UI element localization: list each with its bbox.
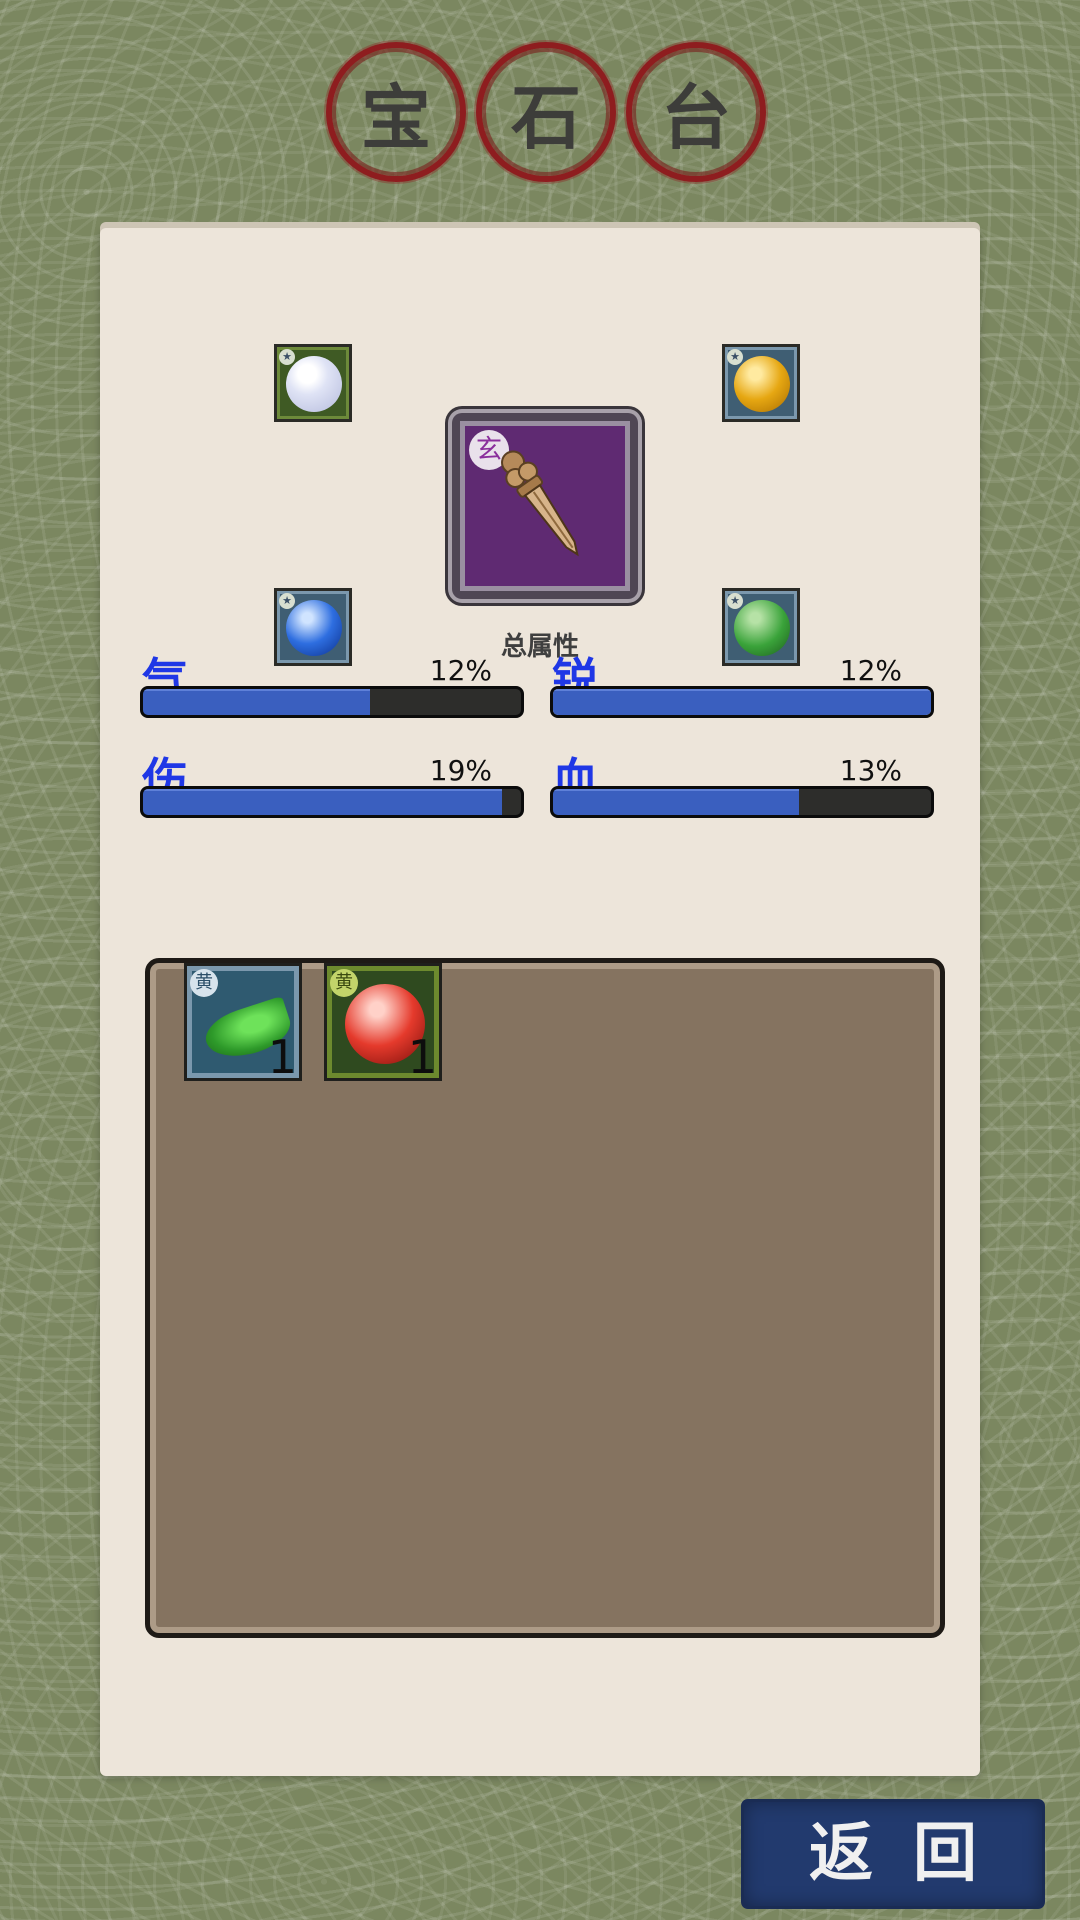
stat-rui: 锐 12% bbox=[550, 644, 934, 724]
dagger-icon bbox=[501, 450, 579, 557]
stat-xue-bar bbox=[550, 786, 934, 818]
stat-rui-bar bbox=[550, 686, 934, 718]
back-button[interactable]: 返回 bbox=[744, 1802, 1042, 1906]
stat-shang-percent: 19% bbox=[429, 754, 492, 787]
yellow-gem-icon bbox=[734, 356, 790, 412]
star-icon: ★ bbox=[727, 349, 743, 365]
item-count: 1 bbox=[407, 1030, 437, 1084]
title-seal-2: 石 bbox=[476, 42, 616, 182]
white-gem-icon bbox=[286, 356, 342, 412]
star-icon: ★ bbox=[279, 349, 295, 365]
item-count: 1 bbox=[267, 1030, 297, 1084]
weapon-slot: 玄 bbox=[460, 421, 630, 591]
star-icon: ★ bbox=[727, 593, 743, 609]
item-grade-badge: 黄 bbox=[330, 969, 358, 997]
star-icon: ★ bbox=[279, 593, 295, 609]
stat-xue-bar-fill bbox=[553, 789, 799, 815]
item-grade-badge: 黄 bbox=[190, 969, 218, 997]
stat-shang-bar-fill bbox=[143, 789, 503, 815]
gem-inventory: 黄 1 黄 1 bbox=[145, 958, 945, 1638]
stat-xue-percent: 13% bbox=[839, 754, 902, 787]
title-seals: 宝 石 台 bbox=[320, 42, 770, 192]
stat-rui-percent: 12% bbox=[839, 654, 902, 687]
stat-xue: 血 13% bbox=[550, 744, 934, 824]
stat-qi-bar-fill bbox=[143, 689, 370, 715]
stat-shang: 伤 19% bbox=[140, 744, 524, 824]
stat-qi-bar bbox=[140, 686, 524, 718]
gem-platform-panel: ★ ★ ★ ★ 玄 总属性 气 12% 锐 12% 伤 19% 血 13% 黄 … bbox=[100, 228, 980, 1776]
socket-top-left[interactable]: ★ bbox=[274, 344, 352, 422]
stat-qi: 气 12% bbox=[140, 644, 524, 724]
inventory-slot-1[interactable]: 黄 1 bbox=[184, 963, 302, 1084]
title-seal-3: 台 bbox=[626, 42, 766, 182]
stat-qi-percent: 12% bbox=[429, 654, 492, 687]
stat-rui-bar-fill bbox=[553, 689, 931, 715]
inventory-slot-2[interactable]: 黄 1 bbox=[324, 963, 442, 1084]
weapon-frame[interactable]: 玄 bbox=[452, 413, 638, 599]
socket-top-right[interactable]: ★ bbox=[722, 344, 800, 422]
stat-shang-bar bbox=[140, 786, 524, 818]
title-seal-1: 宝 bbox=[326, 42, 466, 182]
